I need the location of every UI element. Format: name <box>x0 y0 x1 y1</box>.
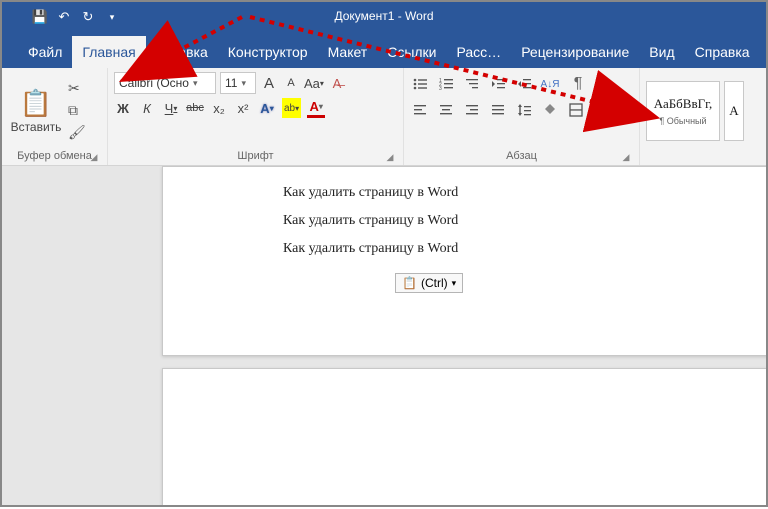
style-normal[interactable]: АаБбВвГг, ¶ Обычный <box>646 81 720 141</box>
tab-insert[interactable]: Вставка <box>146 36 218 68</box>
undo-icon[interactable]: ↶ <box>56 9 72 25</box>
qat-dropdown-icon[interactable]: ▾ <box>104 9 120 25</box>
tab-file[interactable]: Файл <box>18 36 72 68</box>
italic-button[interactable]: К <box>138 98 156 118</box>
tab-layout[interactable]: Макет <box>318 36 378 68</box>
tab-mailings[interactable]: Расс… <box>447 36 512 68</box>
multilevel-list-button[interactable] <box>462 74 482 94</box>
shading-button[interactable] <box>540 100 560 120</box>
paste-options-popup[interactable]: 📋 (Ctrl) ▾ <box>395 273 463 293</box>
document-page[interactable]: Как удалить страницу в Word Как удалить … <box>162 166 766 356</box>
font-size-combo[interactable]: 11▾ <box>220 72 256 94</box>
tab-home[interactable]: Главная <box>72 36 145 68</box>
clipboard-small-icon: 📋 <box>402 276 417 290</box>
strikethrough-button[interactable]: abc <box>186 98 204 118</box>
paste-label: Вставить <box>11 120 62 134</box>
document-text-line[interactable]: Как удалить страницу в Word <box>283 185 766 201</box>
font-launcher-icon[interactable]: ◢ <box>385 152 395 162</box>
ribbon-tabs: Файл Главная Вставка Конструктор Макет С… <box>2 32 766 68</box>
document-page[interactable] <box>162 368 766 505</box>
tab-view[interactable]: Вид <box>639 36 684 68</box>
copy-icon[interactable]: ⧉ <box>68 102 86 119</box>
paragraph-group-label: Абзац ◢ <box>410 149 633 165</box>
paste-button[interactable]: 📋 Вставить <box>8 88 64 134</box>
clear-formatting-button[interactable]: A̶ <box>328 73 346 93</box>
style-next[interactable]: А <box>724 81 744 141</box>
shrink-font-button[interactable]: A <box>282 73 300 93</box>
bold-button[interactable]: Ж <box>114 98 132 118</box>
decrease-indent-button[interactable] <box>488 74 508 94</box>
increase-indent-button[interactable] <box>514 74 534 94</box>
save-icon[interactable]: 💾 <box>32 9 48 25</box>
svg-text:3: 3 <box>439 86 442 92</box>
paragraph-launcher-icon[interactable]: ◢ <box>621 152 631 162</box>
tab-review[interactable]: Рецензирование <box>511 36 639 68</box>
style-preview: А <box>729 103 738 119</box>
tab-help[interactable]: Справка <box>685 36 760 68</box>
tab-design[interactable]: Конструктор <box>218 36 318 68</box>
tab-references[interactable]: Ссылки <box>377 36 446 68</box>
change-case-button[interactable]: Aa▾ <box>304 73 324 93</box>
bullets-button[interactable] <box>410 74 430 94</box>
style-preview: АаБбВвГг, <box>654 96 713 112</box>
clipboard-group-label: Буфер обмена ◢ <box>8 149 101 165</box>
font-family-combo[interactable]: Calibri (Осно▾ <box>114 72 216 94</box>
font-group-label: Шрифт ◢ <box>114 149 397 165</box>
window-title: Документ1 - Word <box>334 9 433 23</box>
redo-icon[interactable]: ↻ <box>80 9 96 25</box>
borders-button[interactable] <box>566 100 586 120</box>
sort-button[interactable]: А↓Я <box>540 74 560 94</box>
highlight-button[interactable]: ab▾ <box>282 98 301 118</box>
cut-icon[interactable]: ✂ <box>68 80 86 97</box>
chevron-down-icon: ▾ <box>452 278 457 289</box>
ctrl-label: (Ctrl) <box>421 276 448 290</box>
align-left-button[interactable] <box>410 100 430 120</box>
show-hide-pilcrow-button[interactable]: ¶ <box>566 72 590 96</box>
document-text-line[interactable]: Как удалить страницу в Word <box>283 241 766 257</box>
line-spacing-button[interactable] <box>514 100 534 120</box>
justify-button[interactable] <box>488 100 508 120</box>
style-name: ¶ Обычный <box>659 116 706 126</box>
align-right-button[interactable] <box>462 100 482 120</box>
format-painter-icon[interactable]: 🖌 <box>68 124 86 141</box>
subscript-button[interactable]: x₂ <box>210 98 228 118</box>
clipboard-icon: 📋 <box>21 88 51 120</box>
align-center-button[interactable] <box>436 100 456 120</box>
numbering-button[interactable]: 123 <box>436 74 456 94</box>
superscript-button[interactable]: x² <box>234 98 252 118</box>
font-color-button[interactable]: A▾ <box>307 98 325 118</box>
document-text-line[interactable]: Как удалить страницу в Word <box>283 213 766 229</box>
tab-abb[interactable]: ABB <box>760 36 768 68</box>
underline-button[interactable]: Ч▾ <box>162 98 180 118</box>
clipboard-launcher-icon[interactable]: ◢ <box>89 152 99 162</box>
grow-font-button[interactable]: A <box>260 73 278 93</box>
text-effects-button[interactable]: A▾ <box>258 98 276 118</box>
